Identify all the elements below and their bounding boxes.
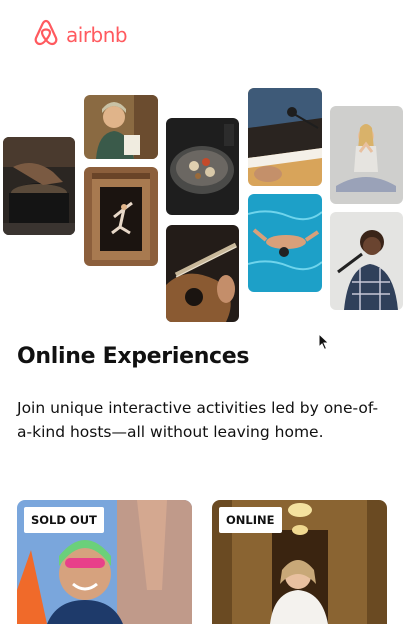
- piano-microphone-photo: [248, 88, 322, 186]
- dancer-doorway-photo: [84, 167, 158, 266]
- experience-card-online[interactable]: ONLINE: [212, 500, 387, 624]
- status-badge: ONLINE: [219, 507, 282, 533]
- airbnb-belo-logo-icon: [32, 18, 60, 52]
- cooking-pot-photo: [3, 137, 75, 235]
- guitar-photo: [166, 225, 239, 322]
- brand-name: airbnb: [66, 23, 128, 47]
- swimmer-pool-photo: [248, 194, 322, 292]
- status-badge: SOLD OUT: [24, 507, 104, 533]
- smiling-host-photo: [84, 95, 158, 159]
- page-title: Online Experiences: [17, 344, 250, 369]
- yoga-photo: [330, 106, 403, 204]
- airbnb-logo[interactable]: airbnb: [32, 18, 128, 52]
- food-bowl-photo: [166, 118, 239, 215]
- singer-photo: [330, 212, 403, 310]
- experience-card-sold-out[interactable]: SOLD OUT: [17, 500, 192, 624]
- mouse-pointer-icon: [318, 332, 330, 355]
- page-subtitle: Join unique interactive activities led b…: [17, 399, 379, 441]
